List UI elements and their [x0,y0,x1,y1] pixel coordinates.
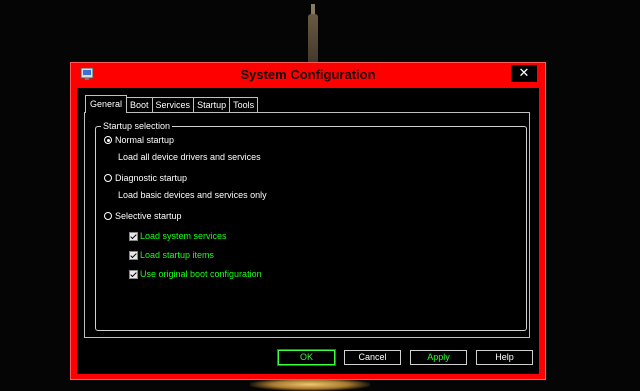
title-bar[interactable]: System Configuration ✕ [71,63,545,87]
ok-button[interactable]: OK [277,349,336,366]
normal-startup-description: Load all device drivers and services [118,152,261,162]
tab-general[interactable]: General [85,95,128,113]
diagnostic-startup-description: Load basic devices and services only [118,190,267,200]
diagnostic-startup-radio[interactable]: Diagnostic startup [104,173,187,183]
window-title: System Configuration [240,67,376,82]
general-tab-panel: Startup selection Normal startup Load al… [84,112,530,338]
close-button[interactable]: ✕ [511,65,537,82]
load-system-services-label: Load system services [140,231,227,241]
system-configuration-window: System Configuration ✕ General Boot Serv… [70,62,546,380]
help-button[interactable]: Help [476,350,533,365]
tab-startup[interactable]: Startup [193,97,231,113]
startup-selection-legend: Startup selection [101,120,173,132]
startup-selection-group: Startup selection Normal startup Load al… [95,120,527,331]
load-startup-items-label: Load startup items [140,250,215,260]
load-startup-items-check[interactable] [129,250,138,260]
tab-tools[interactable]: Tools [229,97,259,113]
selective-startup-radio[interactable]: Selective startup [104,211,182,221]
tab-services[interactable]: Services [151,97,195,113]
load-system-services-checkbox[interactable]: Load system services [129,231,227,241]
selective-startup-label: Selective startup [115,211,182,221]
tab-strip: General Boot Services Startup Tools [85,95,259,113]
load-startup-items-checkbox[interactable]: Load startup items [129,250,214,260]
load-system-services-check[interactable] [129,231,138,241]
selective-startup-radio-dot[interactable] [104,212,112,220]
use-original-boot-configuration-check[interactable] [129,269,138,279]
normal-startup-label: Normal startup [115,135,175,145]
use-original-boot-configuration-label: Use original boot configuration [140,269,262,279]
cancel-button[interactable]: Cancel [344,350,401,365]
use-original-boot-configuration-checkbox[interactable]: Use original boot configuration [129,269,262,279]
window-client-area: General Boot Services Startup Tools Star… [77,88,539,374]
apply-button[interactable]: Apply [410,350,467,365]
diagnostic-startup-label: Diagnostic startup [115,173,188,183]
diagnostic-startup-radio-dot[interactable] [104,174,112,182]
normal-startup-radio[interactable]: Normal startup [104,135,174,145]
tab-boot[interactable]: Boot [126,97,153,113]
normal-startup-radio-dot[interactable] [104,136,112,144]
